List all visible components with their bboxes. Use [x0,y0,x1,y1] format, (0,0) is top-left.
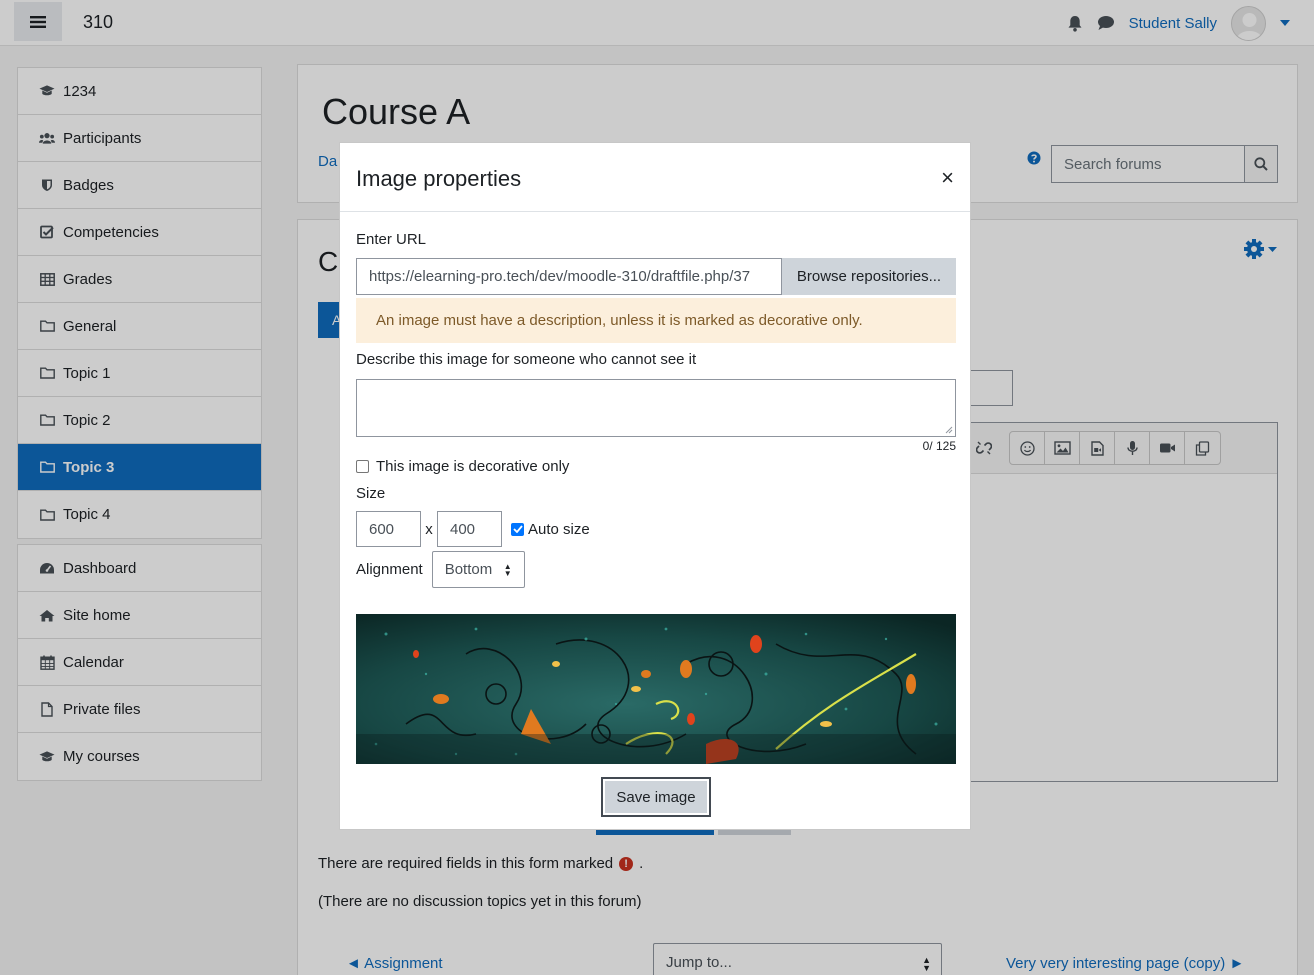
alignment-value: Bottom [444,561,493,578]
width-input[interactable]: 600 [356,511,421,547]
url-input[interactable]: https://elearning-pro.tech/dev/moodle-31… [356,258,782,295]
save-image-button[interactable]: Save image [605,781,707,813]
alignment-row: Alignment Bottom ▲ ▼ [356,551,525,588]
select-arrows-icon: ▲ ▼ [503,561,512,578]
auto-size-checkbox[interactable] [511,522,524,536]
character-counter: 0/ 125 [922,439,956,453]
description-label: Describe this image for someone who cann… [356,351,697,368]
save-image-focus-ring: Save image [601,777,711,817]
decorative-checkbox[interactable] [356,460,369,473]
image-properties-dialog: Image properties × Enter URL https://ele… [339,142,971,830]
decorative-row: This image is decorative only [356,458,569,475]
size-separator: x [425,520,433,538]
browse-repositories-button[interactable]: Browse repositories... [782,258,956,295]
close-button[interactable]: × [941,167,954,189]
decorative-label[interactable]: This image is decorative only [376,458,569,475]
alignment-select[interactable]: Bottom ▲ ▼ [431,551,525,588]
alignment-label: Alignment [356,561,423,578]
description-warning: An image must have a description, unless… [356,298,956,343]
height-input[interactable]: 400 [437,511,502,547]
url-label: Enter URL [356,231,427,248]
size-label: Size [356,485,386,502]
dialog-header: Image properties × [340,143,970,212]
auto-size-row: Auto size [511,521,590,538]
image-preview [356,614,956,764]
checkmark-icon [512,525,523,533]
size-row: 600 x 400 Auto size [356,511,590,547]
auto-size-label[interactable]: Auto size [528,521,590,538]
url-row: https://elearning-pro.tech/dev/moodle-31… [356,258,956,295]
dialog-title: Image properties [356,166,522,191]
resize-grip-icon[interactable] [945,426,953,434]
abstract-paint-image [356,614,956,764]
description-textarea[interactable] [356,379,956,437]
